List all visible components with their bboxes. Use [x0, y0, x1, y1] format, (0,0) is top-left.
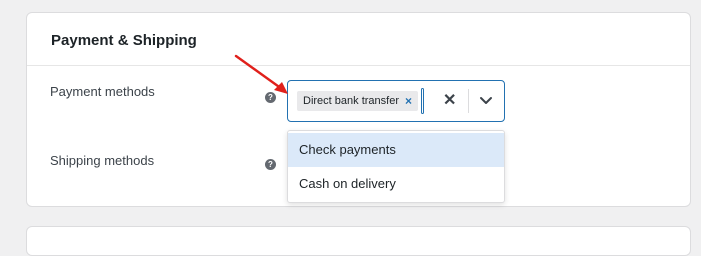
next-section-card — [26, 226, 691, 256]
payment-options-menu: Check payments Cash on delivery — [287, 130, 505, 203]
indicator-separator — [468, 89, 469, 113]
option-cash-on-delivery[interactable]: Cash on delivery — [288, 167, 504, 201]
section-title: Payment & Shipping — [51, 32, 197, 49]
option-check-payments[interactable]: Check payments — [288, 133, 504, 167]
shipping-methods-label: Shipping methods — [50, 153, 155, 168]
title-divider — [27, 65, 690, 66]
payment-methods-label: Payment methods — [50, 84, 155, 99]
chip-label: Direct bank transfer — [303, 95, 399, 107]
payment-methods-select[interactable]: Direct bank transfer × ✕ — [287, 80, 505, 122]
selected-chip: Direct bank transfer × — [297, 91, 418, 111]
chevron-down-icon[interactable] — [478, 92, 494, 108]
clear-selection-button[interactable]: ✕ — [443, 90, 456, 110]
question-circle-icon[interactable]: ? — [265, 159, 276, 170]
chip-remove-button[interactable]: × — [405, 91, 412, 111]
text-caret[interactable] — [421, 88, 424, 114]
red-arrow-icon — [234, 54, 288, 94]
